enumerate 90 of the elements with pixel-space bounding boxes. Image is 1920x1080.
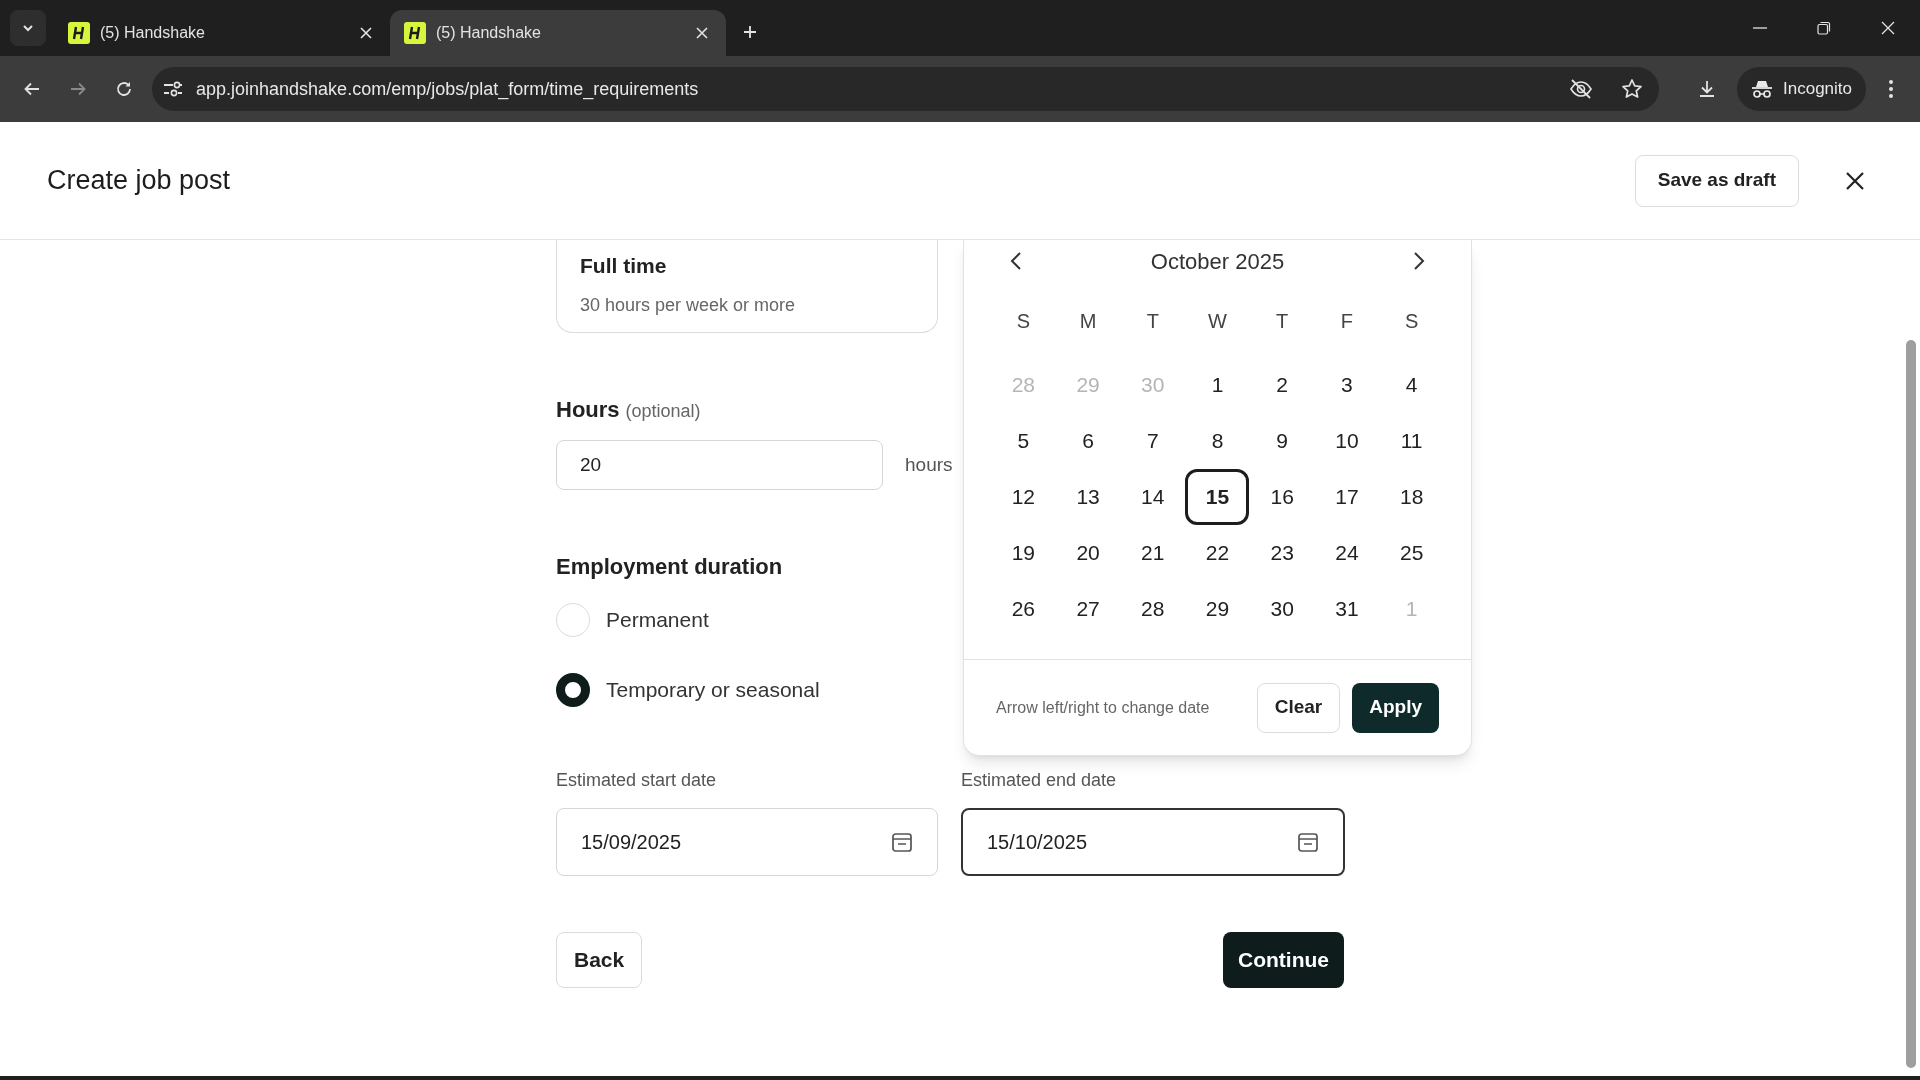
field-label: Estimated start date <box>556 769 718 792</box>
weekday-label: M <box>1079 309 1097 334</box>
reload-icon <box>115 80 133 98</box>
close-icon <box>360 27 372 39</box>
calendar-day[interactable]: 29 <box>1185 581 1250 637</box>
favicon-icon <box>68 22 90 44</box>
plus-icon <box>742 24 758 40</box>
date-field[interactable]: 15/09/2025 <box>556 808 938 876</box>
weekday-label: T <box>1146 309 1159 334</box>
calendar-day[interactable]: 17 <box>1314 469 1379 525</box>
incognito-button[interactable]: Incognito <box>1737 67 1866 111</box>
address-bar[interactable]: app.joinhandshake.com/emp/jobs/plat_form/time_requirements <box>152 67 1659 111</box>
continue-button[interactable]: Continue <box>1223 932 1344 988</box>
weekday-label: S <box>1404 309 1419 334</box>
tab-title: (5) Handshake <box>100 23 205 43</box>
site-settings-icon <box>162 80 184 98</box>
weekday-label: S <box>1016 309 1030 334</box>
calendar-day[interactable]: 3 <box>1314 357 1379 413</box>
hours-field[interactable]: 20 <box>556 440 883 490</box>
card-title: Full time <box>580 253 668 279</box>
restore-icon <box>1817 21 1831 35</box>
calendar-day[interactable]: 21 <box>1120 525 1185 581</box>
calendar-day[interactable]: 22 <box>1185 525 1250 581</box>
minimize-icon <box>1753 27 1767 29</box>
calendar-day[interactable]: 19 <box>991 525 1056 581</box>
close-icon <box>696 27 708 39</box>
close-icon <box>1845 170 1865 191</box>
browser-tab[interactable]: (5) Handshake <box>390 10 726 56</box>
calendar-icon <box>1297 831 1319 853</box>
calendar-day[interactable]: 8 <box>1185 413 1250 469</box>
calendar-day[interactable]: 7 <box>1120 413 1185 469</box>
calendar-day[interactable]: 15 <box>1185 469 1250 525</box>
arrow-right-icon <box>69 80 87 98</box>
calendar-day[interactable]: 30 <box>1250 581 1315 637</box>
weekday-label: W <box>1208 309 1227 334</box>
section-heading: Employment duration <box>556 553 783 581</box>
calendar-day[interactable]: 18 <box>1379 469 1444 525</box>
calendar-day[interactable]: 16 <box>1250 469 1315 525</box>
arrow-left-icon <box>23 80 41 98</box>
calendar-icon <box>891 831 913 853</box>
calendar-day[interactable]: 26 <box>991 581 1056 637</box>
calendar-day[interactable]: 27 <box>1056 581 1121 637</box>
option-label: Temporary or seasonal <box>606 677 820 704</box>
option-label: Permanent <box>606 607 709 634</box>
calendar-day[interactable]: 4 <box>1379 357 1444 413</box>
download-icon <box>1697 79 1717 99</box>
apply-button[interactable]: Apply <box>1352 682 1439 733</box>
radio-button[interactable] <box>556 673 590 707</box>
hint-text: Arrow left/right to change date <box>996 697 1210 718</box>
calendar-day[interactable]: 11 <box>1379 413 1444 469</box>
calendar-day[interactable]: 6 <box>1056 413 1121 469</box>
calendar-day[interactable]: 24 <box>1314 525 1379 581</box>
calendar-day[interactable]: 10 <box>1314 413 1379 469</box>
back-button[interactable]: Back <box>556 932 643 988</box>
incognito-icon <box>1751 79 1773 99</box>
calendar-day[interactable]: 31 <box>1314 581 1379 637</box>
calendar-day[interactable]: 23 <box>1250 525 1315 581</box>
date-field[interactable]: 15/10/2025 <box>961 808 1345 876</box>
calendar-day[interactable]: 1 <box>1185 357 1250 413</box>
calendar-day[interactable]: 28 <box>1120 581 1185 637</box>
field-label: Hours <box>556 396 620 424</box>
calendar-day[interactable]: 25 <box>1379 525 1444 581</box>
month-title: October 2025 <box>1150 247 1285 276</box>
field-label: Estimated end date <box>961 769 1118 792</box>
calendar-day[interactable]: 2 <box>1250 357 1315 413</box>
save-draft-button[interactable]: Save as draft <box>1634 154 1799 207</box>
clear-button[interactable]: Clear <box>1256 682 1341 733</box>
url-text: app.joinhandshake.com/emp/jobs/plat_form/time_requirements <box>196 77 699 102</box>
calendar-day[interactable]: 12 <box>991 469 1056 525</box>
favicon-icon <box>404 22 426 44</box>
unit-label: hours <box>905 452 953 477</box>
calendar-day[interactable]: 20 <box>1056 525 1121 581</box>
calendar-day[interactable]: 14 <box>1120 469 1185 525</box>
page-title: Create job post <box>47 164 231 198</box>
job-type-card[interactable]: Full time 30 hours per week or more <box>556 240 938 333</box>
menu-icon <box>1889 80 1893 98</box>
chevron-left-icon <box>1010 251 1022 271</box>
calendar-day[interactable]: 13 <box>1056 469 1121 525</box>
weekday-label: F <box>1340 309 1354 334</box>
calendar-day[interactable]: 5 <box>991 413 1056 469</box>
weekday-label: T <box>1276 309 1289 334</box>
chevron-right-icon <box>1413 251 1425 271</box>
close-icon <box>1881 21 1895 35</box>
scrollbar-thumb[interactable] <box>1906 340 1916 1068</box>
star-icon[interactable] <box>1621 78 1643 100</box>
tab-title: (5) Handshake <box>436 23 541 43</box>
calendar-day[interactable]: 9 <box>1250 413 1315 469</box>
card-description: 30 hours per week or more <box>580 293 797 317</box>
eye-off-icon <box>1569 79 1593 99</box>
optional-hint: (optional) <box>625 400 701 423</box>
